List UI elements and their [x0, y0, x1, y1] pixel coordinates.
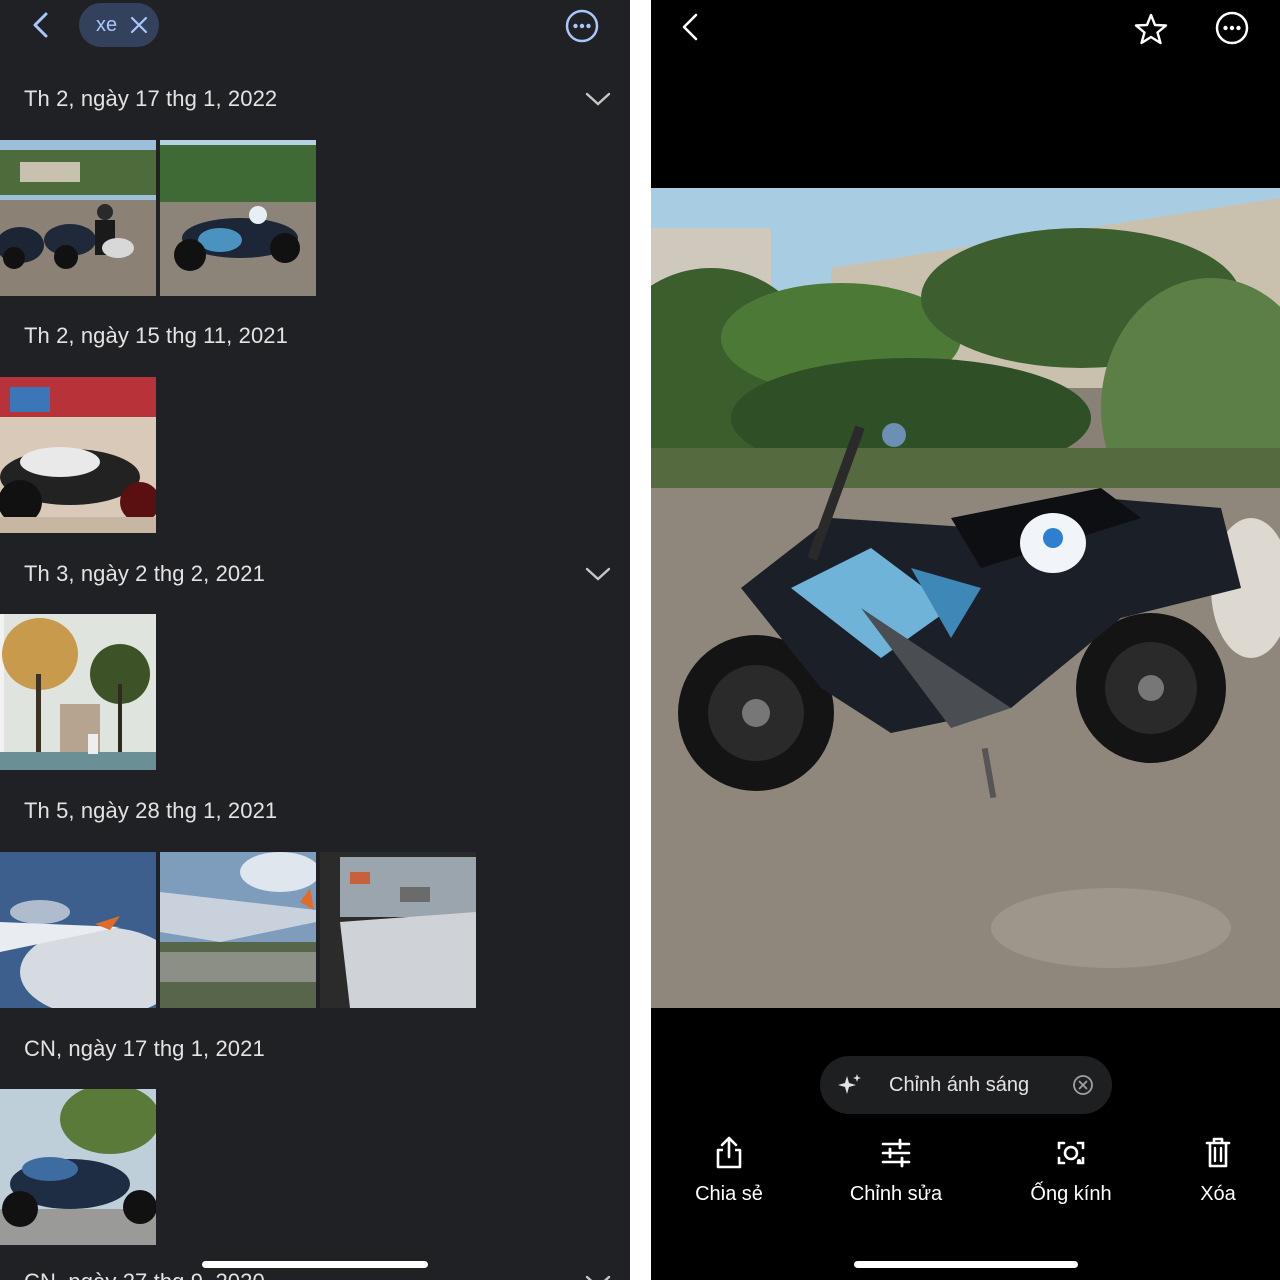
section-date: Th 3, ngày 2 thg 2, 2021: [24, 561, 265, 586]
back-button[interactable]: [675, 10, 707, 44]
section-date: Th 2, ngày 17 thg 1, 2022: [24, 86, 278, 111]
split-divider: [630, 0, 651, 1280]
section-date: CN, ngày 17 thg 1, 2021: [24, 1036, 265, 1061]
more-horizontal-icon: [1215, 11, 1249, 45]
main-photo[interactable]: [651, 188, 1280, 1008]
delete-label: Xóa: [1200, 1183, 1236, 1205]
sliders-icon: [881, 1138, 911, 1168]
chevron-left-icon: [682, 13, 698, 41]
lens-button[interactable]: Ống kính: [1001, 1135, 1141, 1206]
photo-thumbnail[interactable]: [320, 852, 476, 1008]
edit-label: Chỉnh sửa: [849, 1183, 943, 1205]
sparkle-icon: [838, 1074, 861, 1094]
photo-thumbnail[interactable]: [0, 377, 156, 533]
photo-viewer-panel: Chỉnh ánh sáng Chia sẻ Chỉnh sửa Ống kín…: [651, 0, 1280, 1280]
back-button[interactable]: [24, 8, 58, 42]
suggestion-label: Chỉnh ánh sáng: [889, 1073, 1030, 1096]
more-options-button[interactable]: [563, 7, 601, 45]
close-circle-icon[interactable]: [1072, 1074, 1094, 1096]
share-icon: [716, 1136, 742, 1169]
chevron-left-icon: [33, 12, 48, 38]
delete-button[interactable]: Xóa: [1148, 1135, 1280, 1206]
home-indicator: [854, 1261, 1078, 1268]
suggestion-chip[interactable]: Chỉnh ánh sáng: [820, 1056, 1112, 1114]
photo-thumbnail[interactable]: [160, 140, 316, 296]
photo-thumbnail[interactable]: [0, 1089, 156, 1245]
share-button[interactable]: Chia sẻ: [659, 1135, 799, 1206]
photo-thumbnail[interactable]: [0, 614, 156, 770]
search-chip-label: xe: [96, 13, 118, 36]
search-chip[interactable]: xe: [79, 3, 159, 47]
lens-label: Ống kính: [1030, 1183, 1112, 1205]
star-icon: [1134, 13, 1168, 45]
section-date: Th 5, ngày 28 thg 1, 2021: [24, 798, 278, 823]
close-icon[interactable]: [127, 13, 151, 37]
edit-button[interactable]: Chỉnh sửa: [826, 1135, 966, 1206]
photo-thumbnail[interactable]: [0, 140, 156, 296]
trash-icon: [1205, 1137, 1231, 1168]
photo-thumbnail[interactable]: [160, 852, 316, 1008]
more-horizontal-icon: [565, 9, 599, 43]
section-date: Th 2, ngày 15 thg 11, 2021: [24, 323, 288, 348]
share-label: Chia sẻ: [695, 1183, 763, 1205]
search-results-panel: xe Th 2, ngày 17 thg 1, 2022 Th 2, ngày …: [0, 0, 630, 1280]
section-date: CN, ngày 27 thg 9, 2020: [24, 1269, 265, 1280]
lens-icon: [1057, 1141, 1085, 1165]
photo-thumbnail[interactable]: [0, 852, 156, 1008]
chevron-down-icon[interactable]: [585, 91, 611, 107]
favorite-button[interactable]: [1132, 10, 1170, 48]
more-options-button[interactable]: [1213, 9, 1251, 47]
home-indicator: [202, 1261, 428, 1268]
chevron-down-icon[interactable]: [585, 566, 611, 582]
chevron-down-icon[interactable]: [585, 1274, 611, 1280]
